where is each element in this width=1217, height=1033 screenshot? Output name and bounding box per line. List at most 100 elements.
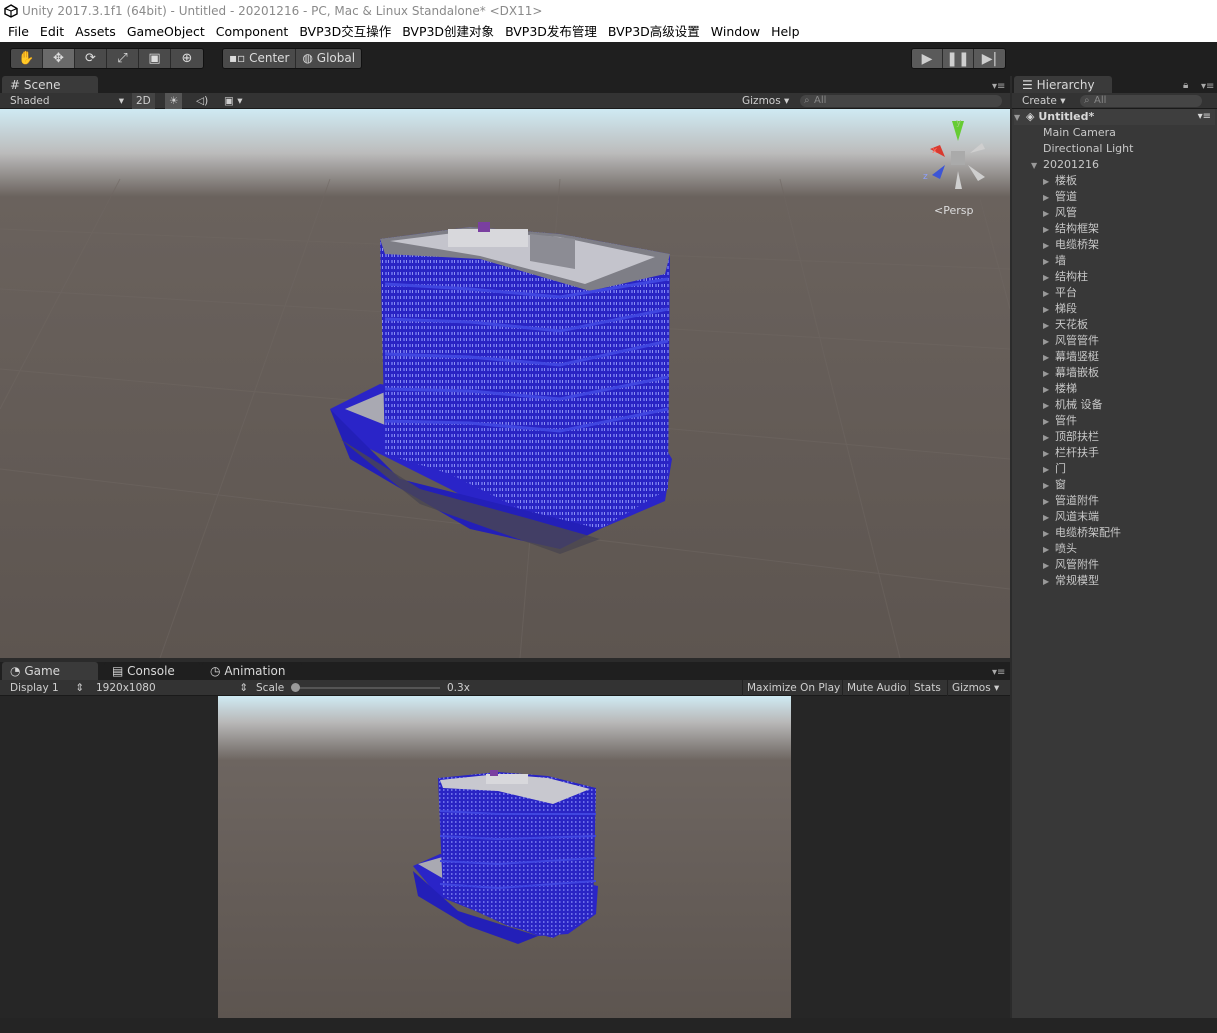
- hierarchy-child-item[interactable]: ▶ 电缆桥架: [1043, 237, 1099, 253]
- collapse-arrow-icon[interactable]: ▶: [1043, 558, 1055, 574]
- collapse-arrow-icon[interactable]: ▶: [1043, 174, 1055, 190]
- menu-file[interactable]: File: [4, 22, 36, 42]
- tab-hierarchy[interactable]: ☰ Hierarchy: [1014, 76, 1112, 94]
- maximize-on-play-toggle[interactable]: Maximize On Play: [742, 680, 844, 696]
- hierarchy-child-item[interactable]: ▶ 窗: [1043, 477, 1066, 493]
- game-viewport[interactable]: [218, 696, 791, 1018]
- collapse-arrow-icon[interactable]: ▶: [1043, 254, 1055, 270]
- hierarchy-child-item[interactable]: ▶ 结构框架: [1043, 221, 1099, 237]
- hierarchy-child-item[interactable]: ▶ 幕墙嵌板: [1043, 365, 1099, 381]
- menu-bvp3d-publish[interactable]: BVP3D发布管理: [501, 22, 604, 42]
- panel-menu-icon[interactable]: ▾≡: [992, 82, 1006, 92]
- hierarchy-child-item[interactable]: ▶ 顶部扶栏: [1043, 429, 1099, 445]
- menu-component[interactable]: Component: [212, 22, 296, 42]
- scale-slider-track[interactable]: [292, 687, 440, 689]
- hand-tool-icon[interactable]: ✋: [11, 49, 43, 68]
- collapse-arrow-icon[interactable]: ▶: [1043, 398, 1055, 414]
- hierarchy-child-item[interactable]: ▶ 风道末端: [1043, 509, 1099, 525]
- menu-gameobject[interactable]: GameObject: [123, 22, 212, 42]
- collapse-arrow-icon[interactable]: ▶: [1043, 446, 1055, 462]
- menu-edit[interactable]: Edit: [36, 22, 71, 42]
- hierarchy-child-item[interactable]: ▶ 结构柱: [1043, 269, 1088, 285]
- play-icon[interactable]: ▶: [912, 49, 943, 68]
- game-gizmos-dropdown[interactable]: Gizmos ▾: [947, 680, 1003, 696]
- rect-tool-icon[interactable]: ▣: [139, 49, 171, 68]
- scene-search-input[interactable]: ⌕ All: [800, 95, 1002, 107]
- expand-arrow-icon[interactable]: ▼: [1031, 158, 1043, 174]
- hierarchy-child-item[interactable]: ▶ 楼梯: [1043, 381, 1077, 397]
- tab-game[interactable]: ◔ Game: [2, 662, 98, 680]
- collapse-arrow-icon[interactable]: ▶: [1043, 318, 1055, 334]
- hierarchy-child-item[interactable]: ▶ 栏杆扶手: [1043, 445, 1099, 461]
- menu-window[interactable]: Window: [707, 22, 767, 42]
- hierarchy-search-input[interactable]: ⌕ All: [1080, 95, 1202, 107]
- collapse-arrow-icon[interactable]: ▶: [1043, 270, 1055, 286]
- collapse-arrow-icon[interactable]: ▶: [1043, 350, 1055, 366]
- scene-viewport[interactable]: y x z <Persp: [0, 109, 1010, 658]
- menu-help[interactable]: Help: [767, 22, 807, 42]
- hierarchy-child-item[interactable]: ▶ 平台: [1043, 285, 1077, 301]
- hierarchy-item-main-camera[interactable]: Main Camera: [1043, 125, 1116, 141]
- lighting-toggle-icon[interactable]: ☀: [165, 93, 183, 109]
- collapse-arrow-icon[interactable]: ▶: [1043, 286, 1055, 302]
- menu-assets[interactable]: Assets: [71, 22, 123, 42]
- step-icon[interactable]: ▶|: [974, 49, 1005, 68]
- panel-menu-icon[interactable]: ▾≡: [1201, 82, 1215, 92]
- collapse-arrow-icon[interactable]: ▶: [1043, 478, 1055, 494]
- hierarchy-child-item[interactable]: ▶ 管道附件: [1043, 493, 1099, 509]
- hierarchy-child-item[interactable]: ▶ 风管附件: [1043, 557, 1099, 573]
- rotate-tool-icon[interactable]: ⟳: [75, 49, 107, 68]
- collapse-arrow-icon[interactable]: ▶: [1043, 510, 1055, 526]
- expand-arrow-icon[interactable]: ▼: [1014, 110, 1026, 126]
- collapse-arrow-icon[interactable]: ▶: [1043, 302, 1055, 318]
- tab-animation[interactable]: ◷ Animation: [202, 662, 302, 680]
- gizmos-dropdown[interactable]: Gizmos ▾: [738, 93, 793, 109]
- hierarchy-child-item[interactable]: ▶ 风管管件: [1043, 333, 1099, 349]
- hierarchy-child-item[interactable]: ▶ 墙: [1043, 253, 1066, 269]
- collapse-arrow-icon[interactable]: ▶: [1043, 414, 1055, 430]
- hierarchy-child-item[interactable]: ▶ 梯段: [1043, 301, 1077, 317]
- pivot-center-button[interactable]: ▪▫ Center: [223, 49, 297, 68]
- shading-dropdown[interactable]: Shaded ▾: [6, 93, 126, 109]
- hierarchy-child-item[interactable]: ▶ 楼板: [1043, 173, 1077, 189]
- collapse-arrow-icon[interactable]: ▶: [1043, 526, 1055, 542]
- collapse-arrow-icon[interactable]: ▶: [1043, 494, 1055, 510]
- collapse-arrow-icon[interactable]: ▶: [1043, 542, 1055, 558]
- stats-toggle[interactable]: Stats: [909, 680, 945, 696]
- hierarchy-child-item[interactable]: ▶ 风管: [1043, 205, 1077, 221]
- audio-toggle-icon[interactable]: ◁): [192, 93, 212, 109]
- hierarchy-item-group[interactable]: ▼ 20201216: [1031, 157, 1099, 173]
- collapse-arrow-icon[interactable]: ▶: [1043, 238, 1055, 254]
- scale-tool-icon[interactable]: ⤢: [107, 49, 139, 68]
- menu-bvp3d-interaction[interactable]: BVP3D交互操作: [295, 22, 398, 42]
- hierarchy-child-item[interactable]: ▶ 门: [1043, 461, 1066, 477]
- hierarchy-child-item[interactable]: ▶ 常规模型: [1043, 573, 1099, 589]
- pivot-global-button[interactable]: ◍ Global: [296, 49, 362, 68]
- menu-bvp3d-create[interactable]: BVP3D创建对象: [398, 22, 501, 42]
- collapse-arrow-icon[interactable]: ▶: [1043, 190, 1055, 206]
- transform-tool-icon[interactable]: ⊕: [171, 49, 203, 68]
- panel-menu-icon[interactable]: ▾≡: [992, 668, 1006, 678]
- mode-2d-button[interactable]: 2D: [132, 93, 155, 109]
- effects-dropdown-icon[interactable]: ▣ ▾: [220, 93, 247, 109]
- collapse-arrow-icon[interactable]: ▶: [1043, 430, 1055, 446]
- scene-menu-icon[interactable]: ▾≡: [1198, 109, 1211, 125]
- collapse-arrow-icon[interactable]: ▶: [1043, 334, 1055, 350]
- projection-label[interactable]: <Persp: [934, 204, 973, 217]
- collapse-arrow-icon[interactable]: ▶: [1043, 382, 1055, 398]
- hierarchy-item-directional-light[interactable]: Directional Light: [1043, 141, 1133, 157]
- collapse-arrow-icon[interactable]: ▶: [1043, 462, 1055, 478]
- display-dropdown[interactable]: Display 1 ⇕: [6, 680, 86, 696]
- collapse-arrow-icon[interactable]: ▶: [1043, 366, 1055, 382]
- create-dropdown[interactable]: Create ▾: [1018, 93, 1070, 109]
- collapse-arrow-icon[interactable]: ▶: [1043, 206, 1055, 222]
- hierarchy-child-item[interactable]: ▶ 管道: [1043, 189, 1077, 205]
- mute-audio-toggle[interactable]: Mute Audio: [842, 680, 910, 696]
- menu-bvp3d-advanced[interactable]: BVP3D高级设置: [604, 22, 707, 42]
- hierarchy-child-item[interactable]: ▶ 机械 设备: [1043, 397, 1103, 413]
- hierarchy-child-item[interactable]: ▶ 天花板: [1043, 317, 1088, 333]
- scale-slider-thumb[interactable]: [291, 683, 300, 692]
- hierarchy-child-item[interactable]: ▶ 喷头: [1043, 541, 1077, 557]
- tab-scene[interactable]: # Scene: [2, 76, 98, 94]
- hierarchy-child-item[interactable]: ▶ 幕墙竖梃: [1043, 349, 1099, 365]
